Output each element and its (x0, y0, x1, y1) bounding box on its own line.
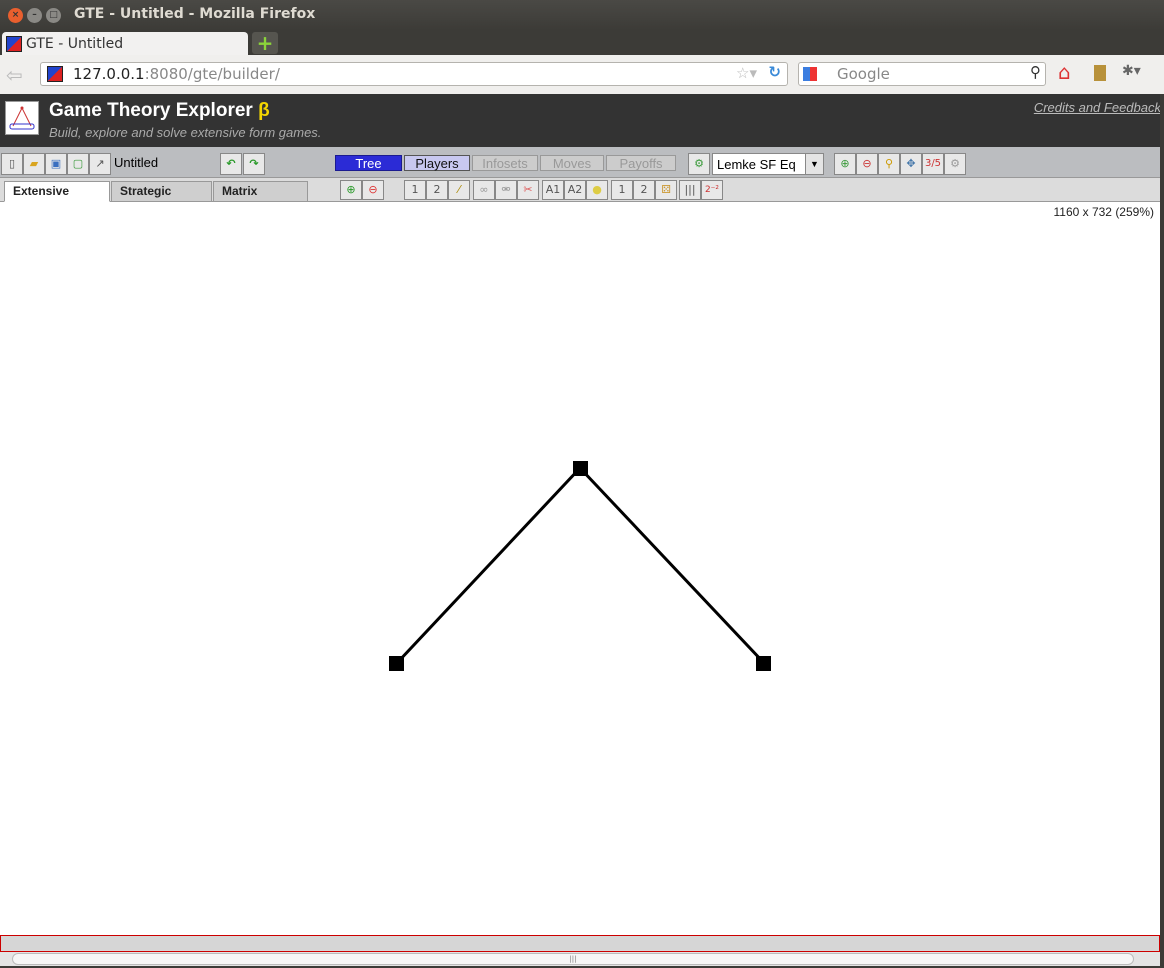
app-header: Game Theory Explorer β Build, explore an… (0, 94, 1164, 147)
chance1-icon[interactable]: 1 (611, 180, 633, 200)
browser-tab[interactable]: GTE - Untitled (2, 32, 248, 55)
url-input[interactable]: 127.0.0.1:8080/gte/builder/ ☆▾ ↻ (40, 62, 788, 86)
dice-icon[interactable]: ⚄ (655, 180, 677, 200)
game-tree (389, 461, 771, 671)
addon-icon[interactable]: ✱▾ (1122, 63, 1141, 79)
pan-icon[interactable]: ✥ (900, 153, 922, 175)
close-window-button[interactable]: × (8, 8, 23, 23)
tree-canvas[interactable]: 1160 x 732 (259%) (0, 202, 1160, 935)
bookmarks-icon[interactable] (1094, 65, 1106, 81)
back-arrow-icon[interactable]: ⇦ (6, 63, 23, 87)
site-favicon-icon (47, 66, 63, 82)
search-placeholder: Google (837, 65, 890, 83)
step-moves[interactable]: Moves (540, 155, 604, 171)
settings-icon[interactable]: ⚙ (944, 153, 966, 175)
label1-icon[interactable]: A1 (542, 180, 564, 200)
add-node-icon[interactable]: ⊕ (340, 180, 362, 200)
maximize-window-button[interactable]: □ (46, 8, 61, 23)
leaf-node-right[interactable] (756, 656, 771, 671)
navigation-bar: ⇦ 127.0.0.1:8080/gte/builder/ ☆▾ ↻ Googl… (0, 55, 1164, 94)
tab-label: GTE - Untitled (26, 36, 124, 52)
player2-icon[interactable]: 2 (426, 180, 448, 200)
export-image-icon[interactable]: ▢ (67, 153, 89, 175)
minimize-window-button[interactable]: – (27, 8, 42, 23)
save-file-icon[interactable]: ▣ (45, 153, 67, 175)
window-titlebar: × – □ GTE - Untitled - Mozilla Firefox (0, 0, 1164, 30)
scrollbar-thumb[interactable]: ||| (12, 953, 1134, 965)
zoom-fit-icon[interactable]: ⚲ (878, 153, 900, 175)
zoom-in-icon[interactable]: ⊕ (834, 153, 856, 175)
solve-gear-icon[interactable]: ⚙ (688, 153, 710, 175)
new-file-icon[interactable]: ▯ (1, 153, 23, 175)
url-host: 127.0.0.1 (73, 65, 145, 83)
app-subtitle: Build, explore and solve extensive form … (49, 125, 322, 140)
solver-select[interactable]: Lemke SF Eq ▼ (712, 153, 824, 175)
new-tab-button[interactable]: + (252, 32, 278, 54)
zoom-out-icon[interactable]: ⊖ (856, 153, 878, 175)
chance2-icon[interactable]: 2 (633, 180, 655, 200)
url-path: :8080/gte/builder/ (144, 65, 280, 83)
export-icon[interactable]: ↗ (89, 153, 111, 175)
secondary-toolbar: Extensive Form Strategic Form Matrix Lay… (0, 178, 1164, 217)
tab-strategic-form[interactable]: Strategic Form (111, 181, 212, 217)
root-node[interactable] (573, 461, 588, 476)
player1-icon[interactable]: 1 (404, 180, 426, 200)
open-file-icon[interactable]: ▰ (23, 153, 45, 175)
window-title: GTE - Untitled - Mozilla Firefox (74, 6, 316, 22)
status-bar (0, 935, 1160, 952)
credits-link[interactable]: Credits and Feedback (1034, 100, 1161, 115)
app-title: Game Theory Explorer β (49, 100, 270, 122)
app-title-text: Game Theory Explorer (49, 100, 253, 121)
fraction-icon[interactable]: 3/5 (922, 153, 944, 175)
beta-badge: β (258, 100, 270, 121)
solver-value: Lemke SF Eq (717, 157, 796, 172)
home-icon[interactable]: ⌂ (1058, 60, 1071, 84)
move-edge-right[interactable] (578, 466, 766, 665)
delete-node-icon[interactable]: ⊖ (362, 180, 384, 200)
step-players[interactable]: Players (404, 155, 470, 171)
favicon-icon (6, 36, 22, 52)
cut-icon[interactable]: ✂ (517, 180, 539, 200)
file-name: Untitled (114, 155, 159, 170)
horizontal-scrollbar[interactable]: ||| (0, 952, 1160, 966)
search-input[interactable]: Google ⚲ (798, 62, 1046, 86)
reload-icon[interactable]: ↻ (768, 63, 781, 81)
step-infosets[interactable]: Infosets (472, 155, 538, 171)
gte-logo (5, 101, 39, 135)
move-edge-left[interactable] (395, 466, 582, 665)
main-toolbar: ▯ ▰ ▣ ▢ ↗ Untitled ↶ ↷ Tree Players Info… (0, 147, 1164, 178)
bookmark-star-icon[interactable]: ☆▾ (736, 64, 757, 82)
unlink-icon[interactable]: ⚮ (495, 180, 517, 200)
redo-icon[interactable]: ↷ (243, 153, 265, 175)
window-border (1160, 94, 1164, 968)
tab-extensive-form[interactable]: Extensive Form (4, 181, 110, 217)
google-icon (803, 67, 817, 81)
magic-wand-icon[interactable]: ⁄ (448, 180, 470, 200)
undo-icon[interactable]: ↶ (220, 153, 242, 175)
payoff-columns-icon[interactable]: ||| (679, 180, 701, 200)
step-payoffs[interactable]: Payoffs (606, 155, 676, 171)
payoff-negate-icon[interactable]: 2⁻² (701, 180, 723, 200)
tab-matrix-layout[interactable]: Matrix Layout (213, 181, 308, 217)
step-tree[interactable]: Tree (335, 155, 402, 171)
label2-icon[interactable]: A2 (564, 180, 586, 200)
link-icon[interactable]: ∞ (473, 180, 495, 200)
leaf-node-left[interactable] (389, 656, 404, 671)
lightbulb-icon[interactable]: ● (586, 180, 608, 200)
tab-strip: GTE - Untitled + (0, 30, 1164, 55)
search-icon[interactable]: ⚲ (1030, 63, 1041, 81)
chevron-down-icon[interactable]: ▼ (805, 154, 823, 174)
